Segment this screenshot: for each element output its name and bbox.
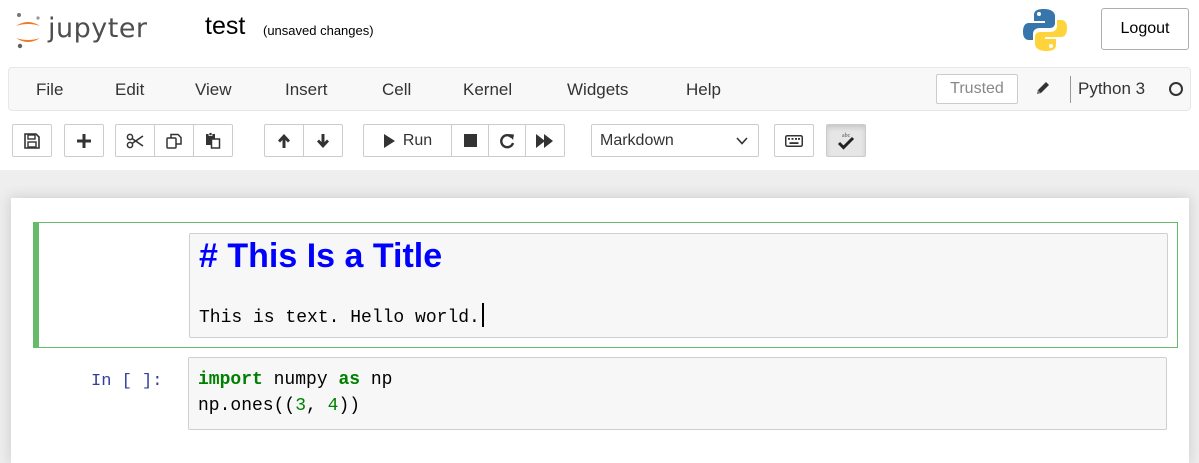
code-cell[interactable]: In [ ]: import numpy as np np.ones((3, 4…: [33, 356, 1178, 432]
edit-mode-indicator: [33, 222, 39, 348]
run-label: Run: [402, 131, 433, 149]
chevron-down-icon: [736, 137, 748, 145]
jupyter-logo-icon: [16, 13, 40, 49]
code-keyword: import: [198, 370, 263, 390]
spellcheck-toggle[interactable]: abc: [826, 124, 866, 157]
menu-kernel[interactable]: Kernel: [463, 80, 512, 100]
markdown-body-text: This is text. Hello world.: [199, 303, 484, 328]
trusted-indicator[interactable]: Trusted: [936, 74, 1018, 104]
menubar: File Edit View Insert Cell Kernel Widget…: [8, 67, 1191, 111]
menu-widgets[interactable]: Widgets: [567, 80, 628, 100]
run-button[interactable]: Run: [363, 124, 452, 157]
move-cell-up-button[interactable]: [264, 124, 304, 157]
code-number: 4: [327, 396, 339, 416]
jupyter-logo-text: jupyter: [48, 12, 148, 44]
menu-insert[interactable]: Insert: [285, 80, 328, 100]
code-text: np.ones((: [198, 396, 296, 416]
code-line-2: np.ones((3, 4)): [198, 396, 360, 416]
cell-type-value: Markdown: [600, 131, 674, 149]
restart-kernel-button[interactable]: [488, 124, 526, 157]
restart-run-all-button[interactable]: [525, 124, 565, 157]
plus-icon: [77, 133, 91, 148]
cut-cell-button[interactable]: [115, 124, 155, 157]
menu-cell[interactable]: Cell: [382, 80, 411, 100]
svg-text:abc: abc: [842, 133, 851, 139]
arrow-down-icon: [317, 133, 329, 148]
menu-divider: [1070, 76, 1071, 103]
input-prompt: In [ ]:: [91, 372, 163, 391]
interrupt-kernel-button[interactable]: [451, 124, 489, 157]
spellcheck-icon: abc: [837, 133, 855, 150]
restart-icon: [500, 133, 515, 148]
paste-cell-button[interactable]: [193, 124, 233, 157]
text-cursor: [481, 303, 484, 327]
code-text: numpy: [262, 370, 339, 390]
jupyter-logo[interactable]: jupyter: [14, 10, 148, 50]
save-icon: [24, 132, 40, 149]
pencil-icon[interactable]: [1034, 79, 1052, 97]
play-icon: [383, 133, 395, 148]
toolbar: Run Markdown abc: [0, 116, 1199, 168]
move-cell-down-button[interactable]: [303, 124, 343, 157]
menu-view[interactable]: View: [195, 80, 232, 100]
paste-icon: [206, 132, 221, 149]
save-status: (unsaved changes): [263, 23, 374, 38]
keyboard-icon: [785, 134, 803, 147]
header: jupyter test (unsaved changes) Logout: [0, 0, 1199, 62]
arrow-up-icon: [278, 133, 290, 148]
stop-icon: [463, 134, 477, 147]
python-logo-icon: [1023, 9, 1067, 51]
markdown-cell[interactable]: # This Is a Title This is text. Hello wo…: [33, 222, 1178, 348]
copy-icon: [166, 133, 182, 149]
insert-cell-button[interactable]: [64, 124, 104, 157]
menu-file[interactable]: File: [36, 80, 63, 100]
code-text: np: [360, 370, 393, 390]
markdown-heading-text: # This Is a Title: [199, 237, 443, 275]
cell-type-select[interactable]: Markdown: [591, 124, 759, 157]
code-line-1: import numpy as np: [198, 370, 392, 390]
code-text: )): [338, 396, 361, 416]
copy-cell-button[interactable]: [154, 124, 194, 157]
markdown-body-line: This is text. Hello world.: [199, 308, 480, 328]
code-cell-editor[interactable]: import numpy as np np.ones((3, 4)): [188, 357, 1167, 430]
kernel-idle-indicator-icon: [1169, 82, 1183, 96]
logout-button[interactable]: Logout: [1101, 8, 1189, 50]
kernel-name[interactable]: Python 3: [1078, 79, 1145, 99]
fast-forward-icon: [536, 133, 553, 148]
menu-help[interactable]: Help: [686, 80, 721, 100]
notebook-container: # This Is a Title This is text. Hello wo…: [11, 198, 1189, 463]
code-keyword: as: [338, 370, 361, 390]
menu-edit[interactable]: Edit: [115, 80, 144, 100]
command-palette-button[interactable]: [774, 124, 814, 157]
markdown-cell-editor[interactable]: # This Is a Title This is text. Hello wo…: [189, 233, 1168, 338]
notebook-name[interactable]: test: [205, 12, 245, 41]
code-number: 3: [295, 396, 307, 416]
scissors-icon: [126, 133, 144, 148]
code-text: ,: [306, 396, 328, 416]
save-button[interactable]: [12, 124, 52, 157]
